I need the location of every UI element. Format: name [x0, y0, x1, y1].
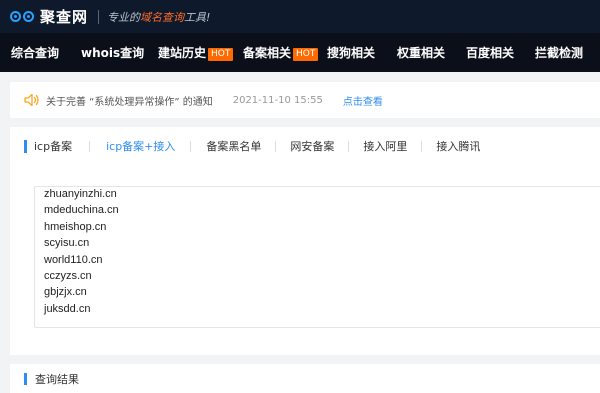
domain-entry: scyisu.cn	[44, 237, 90, 250]
domain-entry: world110.cn	[44, 253, 103, 266]
nav-item-site-history[interactable]: 建站历史 HOT	[158, 44, 234, 61]
nav-item-whois[interactable]: whois查询	[81, 44, 144, 61]
notice-bar: 关于完善 “系统处理异常操作” 的通知 2021-11-10 15:55 点击查…	[10, 82, 600, 118]
site-name: 聚查网	[40, 8, 89, 26]
tab-access-tencent[interactable]: 接入腾讯	[436, 138, 480, 154]
nav-item-block-check[interactable]: 拦截检测	[535, 44, 583, 61]
query-panel: zhuanyinzhi.cn mdeduchina.cn hmeishop.cn…	[10, 165, 600, 355]
tab-icp-blacklist[interactable]: 备案黑名单	[206, 138, 261, 154]
results-accent-bar	[24, 372, 27, 385]
owl-logo-icon	[10, 7, 36, 27]
nav-item-sogou[interactable]: 搜狗相关	[327, 44, 375, 61]
nav-label: whois查询	[81, 46, 145, 60]
tab-icp[interactable]: icp备案	[34, 138, 72, 154]
tab-divider	[190, 140, 192, 152]
tab-access-aliyun[interactable]: 接入阿里	[363, 138, 407, 154]
domain-entry: zhuanyinzhi.cn	[44, 188, 117, 200]
notice-view-link[interactable]: 点击查看	[343, 93, 383, 108]
main-nav: 综合查询 whois查询 建站历史 HOT 备案相关 HOT 搜狗相关 权重相关 百…	[0, 33, 600, 72]
slogan-suffix: 工具!	[184, 10, 211, 24]
domain-entry: juksdd.cn	[44, 302, 91, 315]
slogan-highlight: 域名查询	[140, 10, 185, 24]
notice-date: 2021-11-10 15:55	[232, 94, 323, 106]
hot-badge: HOT	[293, 48, 319, 61]
domain-input-textarea[interactable]: zhuanyinzhi.cn mdeduchina.cn hmeishop.cn…	[34, 186, 600, 328]
domain-entry: cczyzs.cn	[44, 270, 92, 283]
nav-label: 权重相关	[397, 46, 446, 60]
nav-item-icp[interactable]: 备案相关 HOT	[243, 44, 319, 61]
tab-divider	[89, 140, 91, 152]
notice-text[interactable]: 关于完善 “系统处理异常操作” 的通知	[46, 93, 213, 108]
speaker-icon	[24, 93, 39, 107]
nav-item-comprehensive[interactable]: 综合查询	[11, 44, 59, 61]
nav-item-weight[interactable]: 权重相关	[397, 44, 445, 61]
nav-label: 拦截检测	[535, 46, 584, 60]
logo-divider	[98, 9, 100, 24]
tab-divider	[421, 140, 423, 152]
slogan-prefix: 专业的	[107, 10, 141, 24]
domain-entry: mdeduchina.cn	[44, 204, 119, 217]
nav-label: 备案相关	[243, 46, 292, 60]
tab-divider	[275, 140, 277, 152]
top-bar: 聚查网 专业的域名查询工具!	[0, 0, 600, 33]
nav-label: 搜狗相关	[327, 46, 376, 60]
site-slogan: 专业的域名查询工具!	[107, 9, 210, 25]
tabs-accent-bar	[24, 139, 27, 153]
results-section: 查询结果	[10, 364, 600, 393]
nav-label: 建站历史	[158, 46, 207, 60]
nav-label: 综合查询	[11, 46, 60, 60]
domain-entry: gbjzjx.cn	[44, 286, 87, 299]
tab-divider	[348, 140, 350, 152]
query-tabs: icp备案 icp备案+接入 备案黑名单 网安备案 接入阿里 接入腾讯	[10, 127, 600, 165]
tab-police-record[interactable]: 网安备案	[290, 138, 334, 154]
nav-item-baidu[interactable]: 百度相关	[466, 44, 514, 61]
domain-list: zhuanyinzhi.cn mdeduchina.cn hmeishop.cn…	[44, 187, 600, 317]
tab-icp-access[interactable]: icp备案+接入	[106, 138, 175, 154]
results-title: 查询结果	[35, 372, 79, 386]
nav-label: 百度相关	[466, 46, 515, 60]
site-logo[interactable]: 聚查网 专业的域名查询工具!	[10, 6, 210, 27]
domain-entry: hmeishop.cn	[44, 220, 107, 233]
hot-badge: HOT	[208, 48, 234, 61]
